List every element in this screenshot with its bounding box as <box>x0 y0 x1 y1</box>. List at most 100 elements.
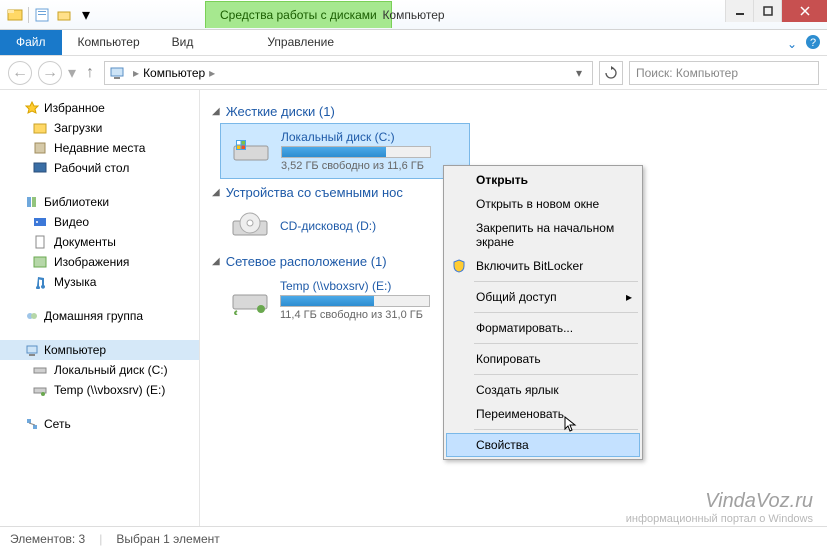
free-space-text: 11,4 ГБ свободно из 31,0 ГБ <box>280 309 430 321</box>
libraries-header[interactable]: Библиотеки <box>0 192 199 212</box>
menu-item[interactable]: Свойства <box>446 433 640 457</box>
qat-separator <box>28 7 29 23</box>
sidebar-item-local-disk-c[interactable]: Локальный диск (C:) <box>0 360 199 380</box>
menu-item[interactable]: Переименовать <box>446 402 640 426</box>
libraries-icon <box>24 194 40 210</box>
menu-separator <box>474 312 638 313</box>
drive-tools-tab[interactable]: Средства работы с дисками <box>205 1 392 28</box>
free-space-text: 3,52 ГБ свободно из 11,6 ГБ <box>281 160 431 172</box>
menu-item[interactable]: Открыть <box>446 168 640 192</box>
menu-separator <box>474 281 638 282</box>
sidebar-item-pictures[interactable]: Изображения <box>0 252 199 272</box>
help-icon[interactable]: ? <box>805 34 821 53</box>
menu-item[interactable]: Открыть в новом окне <box>446 192 640 216</box>
menu-item[interactable]: Общий доступ <box>446 285 640 309</box>
menu-item[interactable]: Копировать <box>446 347 640 371</box>
file-tab[interactable]: Файл <box>0 30 62 55</box>
minimize-button[interactable] <box>725 0 753 22</box>
computer-icon <box>24 342 40 358</box>
sidebar-item-downloads[interactable]: Загрузки <box>0 118 199 138</box>
history-dropdown-icon[interactable]: ▾ <box>68 63 76 83</box>
drive-name: Temp (\\vboxsrv) (E:) <box>280 279 430 293</box>
drive-item[interactable]: Temp (\\vboxsrv) (E:) 11,4 ГБ свободно из… <box>220 273 470 327</box>
sidebar-item-music[interactable]: Музыка <box>0 272 199 292</box>
menu-item[interactable]: Создать ярлык <box>446 378 640 402</box>
sidebar-item-temp-e[interactable]: Temp (\\vboxsrv) (E:) <box>0 380 199 400</box>
drive-icon <box>32 362 48 378</box>
chevron-right-icon[interactable]: ▸ <box>205 66 219 80</box>
menu-separator <box>474 374 638 375</box>
computer-header[interactable]: Компьютер <box>0 340 199 360</box>
properties-qat-icon[interactable] <box>33 6 51 24</box>
qat-dropdown-icon[interactable]: ▾ <box>77 6 95 24</box>
back-button[interactable]: ← <box>8 61 32 85</box>
menu-item[interactable]: Закрепить на начальном экране <box>446 216 640 254</box>
drive-name: CD-дисковод (D:) <box>280 219 376 233</box>
network-drive-icon <box>32 382 48 398</box>
sidebar-item-videos[interactable]: Видео <box>0 212 199 232</box>
watermark: VindaVoz.ru информационный портал о Wind… <box>626 490 813 525</box>
computer-tab[interactable]: Компьютер <box>62 30 156 55</box>
maximize-button[interactable] <box>753 0 781 22</box>
chevron-down-icon: ◢ <box>212 106 220 117</box>
video-icon <box>32 214 48 230</box>
music-icon <box>32 274 48 290</box>
sidebar-item-documents[interactable]: Документы <box>0 232 199 252</box>
address-dropdown-icon[interactable]: ▾ <box>570 66 588 80</box>
computer-icon <box>109 65 125 81</box>
manage-tab[interactable]: Управление <box>239 30 362 55</box>
svg-text:?: ? <box>810 37 816 49</box>
document-icon <box>32 234 48 250</box>
menu-separator <box>474 429 638 430</box>
drive-item[interactable]: CD-дисковод (D:) <box>220 204 470 248</box>
view-tab[interactable]: Вид <box>156 30 210 55</box>
folder-icon <box>32 120 48 136</box>
sidebar-item-desktop[interactable]: Рабочий стол <box>0 158 199 178</box>
network-icon <box>24 416 40 432</box>
capacity-bar <box>280 295 430 307</box>
drive-group-header[interactable]: ◢Жесткие диски (1) <box>212 98 815 123</box>
recent-icon <box>32 140 48 156</box>
favorites-header[interactable]: Избранное <box>0 98 199 118</box>
navigation-bar: ← → ▾ ↑ ▸ Компьютер ▸ ▾ Поиск: Компьютер <box>0 56 827 90</box>
expand-ribbon-icon[interactable]: ⌄ <box>787 37 797 51</box>
star-icon <box>24 100 40 116</box>
chevron-down-icon: ◢ <box>212 187 220 198</box>
breadcrumb-item[interactable]: Компьютер <box>143 66 205 80</box>
drive-item[interactable]: Локальный диск (C:)3,52 ГБ свободно из 1… <box>220 123 470 179</box>
network-header[interactable]: Сеть <box>0 414 199 434</box>
explorer-icon <box>6 6 24 24</box>
picture-icon <box>32 254 48 270</box>
shield-icon <box>452 259 468 275</box>
capacity-bar <box>281 146 431 158</box>
close-button[interactable] <box>781 0 827 22</box>
refresh-button[interactable] <box>599 61 623 85</box>
item-count: Элементов: 3 <box>10 532 85 546</box>
desktop-icon <box>32 160 48 176</box>
homegroup-icon <box>24 308 40 324</box>
navigation-pane: Избранное Загрузки Недавние места Рабочи… <box>0 90 200 526</box>
forward-button[interactable]: → <box>38 61 62 85</box>
context-menu: ОткрытьОткрыть в новом окнеЗакрепить на … <box>443 165 643 460</box>
selected-count: Выбран 1 элемент <box>116 532 219 546</box>
chevron-right-icon[interactable]: ▸ <box>129 66 143 80</box>
sidebar-item-recent[interactable]: Недавние места <box>0 138 199 158</box>
drive-icon <box>230 284 270 316</box>
up-button[interactable]: ↑ <box>82 64 98 82</box>
homegroup-header[interactable]: Домашняя группа <box>0 306 199 326</box>
titlebar: ▾ Средства работы с дисками Компьютер <box>0 0 827 30</box>
menu-separator <box>474 343 638 344</box>
search-placeholder: Поиск: Компьютер <box>636 66 738 80</box>
quick-access-toolbar: ▾ <box>0 6 95 24</box>
ribbon-tabs: Файл Компьютер Вид Управление ⌄ ? <box>0 30 827 56</box>
window-title: Компьютер <box>382 8 444 22</box>
menu-item[interactable]: Включить BitLocker <box>446 254 640 278</box>
menu-item[interactable]: Форматировать... <box>446 316 640 340</box>
statusbar: Элементов: 3 | Выбран 1 элемент <box>0 526 827 550</box>
newfolder-qat-icon[interactable] <box>55 6 73 24</box>
drive-icon <box>230 210 270 242</box>
chevron-down-icon: ◢ <box>212 256 220 267</box>
search-input[interactable]: Поиск: Компьютер <box>629 61 819 85</box>
drive-icon <box>231 135 271 167</box>
address-bar[interactable]: ▸ Компьютер ▸ ▾ <box>104 61 593 85</box>
